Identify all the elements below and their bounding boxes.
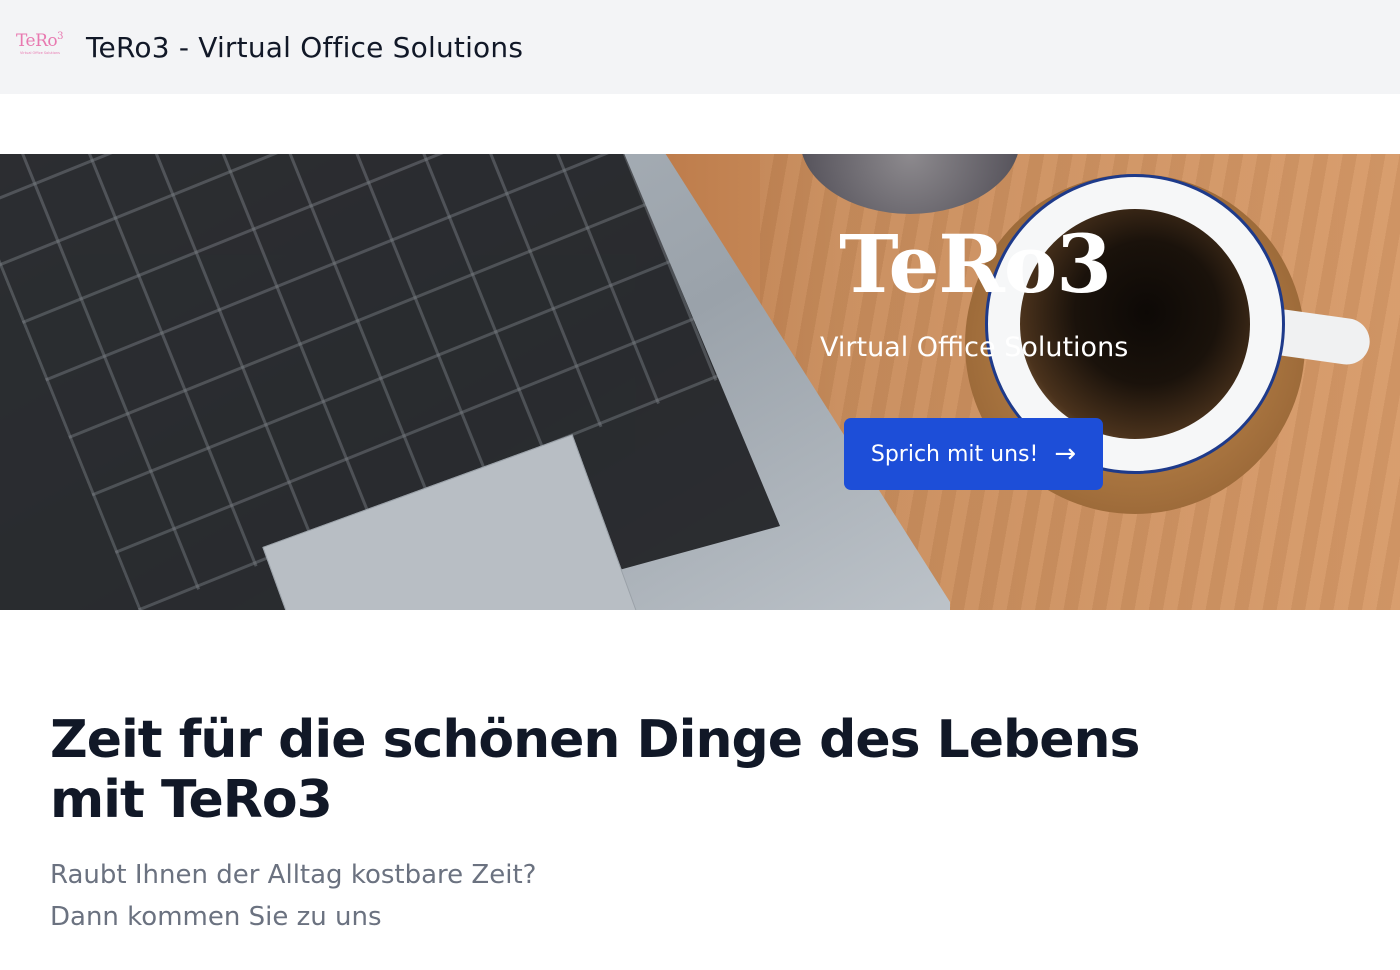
hero-subtitle: Virtual Office Solutions bbox=[820, 332, 1129, 363]
brand-logo[interactable]: TeRo3 Virtual Office Solutions bbox=[16, 32, 70, 62]
site-title[interactable]: TeRo3 - Virtual Office Solutions bbox=[86, 31, 523, 64]
page-headline: Zeit für die schönen Dinge des Lebens mi… bbox=[50, 710, 1141, 830]
logo-tagline: Virtual Office Solutions bbox=[20, 51, 60, 55]
contact-button[interactable]: Sprich mit uns! → bbox=[844, 418, 1103, 490]
hero-banner: TeRo3 Virtual Office Solutions Sprich mi… bbox=[0, 154, 1400, 610]
lead-line-1: Raubt Ihnen der Alltag kostbare Zeit? bbox=[50, 860, 537, 890]
arrow-right-icon: → bbox=[1054, 439, 1077, 469]
lead-line-2: Dann kommen Sie zu uns bbox=[50, 902, 382, 932]
hero-text: TeRo3 Virtual Office Solutions bbox=[820, 224, 1130, 363]
contact-button-label: Sprich mit uns! bbox=[870, 441, 1039, 467]
logo-wordmark: TeRo3 bbox=[16, 31, 63, 51]
page-lead: Raubt Ihnen der Alltag kostbare Zeit? Da… bbox=[50, 854, 950, 938]
site-header: TeRo3 Virtual Office Solutions TeRo3 - V… bbox=[0, 0, 1400, 94]
hero-title: TeRo3 bbox=[839, 217, 1112, 311]
